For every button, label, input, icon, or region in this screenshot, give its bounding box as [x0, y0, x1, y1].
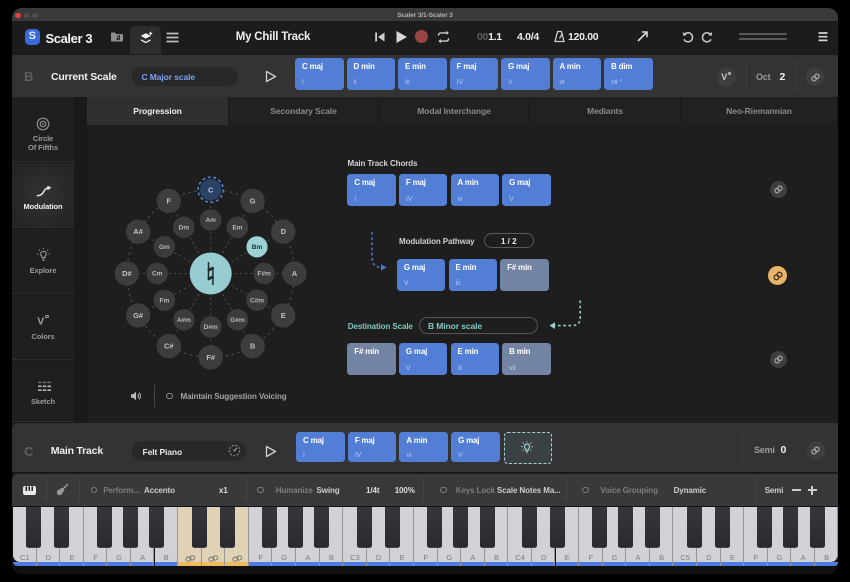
svg-text:A#: A#	[133, 227, 143, 236]
svg-text:Gm: Gm	[159, 244, 170, 251]
svg-text:A: A	[292, 269, 298, 278]
svg-text:G#m: G#m	[230, 317, 245, 324]
svg-text:D: D	[281, 227, 287, 236]
svg-text:E: E	[281, 311, 286, 320]
svg-text:F: F	[167, 197, 172, 206]
svg-text:G#: G#	[133, 311, 144, 320]
svg-text:C: C	[208, 185, 214, 194]
svg-text:F#m: F#m	[258, 271, 272, 278]
svg-text:Fm: Fm	[160, 298, 170, 305]
svg-text:G: G	[250, 197, 256, 206]
svg-text:D#: D#	[122, 269, 132, 278]
svg-text:A#m: A#m	[177, 317, 191, 324]
svg-text:D#m: D#m	[204, 324, 218, 331]
svg-text:Bm: Bm	[252, 244, 263, 251]
svg-text:Am: Am	[205, 217, 216, 224]
svg-text:C#m: C#m	[250, 297, 264, 304]
svg-text:F#: F#	[206, 353, 216, 362]
svg-text:Cm: Cm	[152, 271, 163, 278]
svg-text:Em: Em	[232, 224, 242, 231]
svg-text:B: B	[250, 342, 256, 351]
svg-text:C#: C#	[164, 342, 174, 351]
svg-text:Dm: Dm	[179, 224, 190, 231]
